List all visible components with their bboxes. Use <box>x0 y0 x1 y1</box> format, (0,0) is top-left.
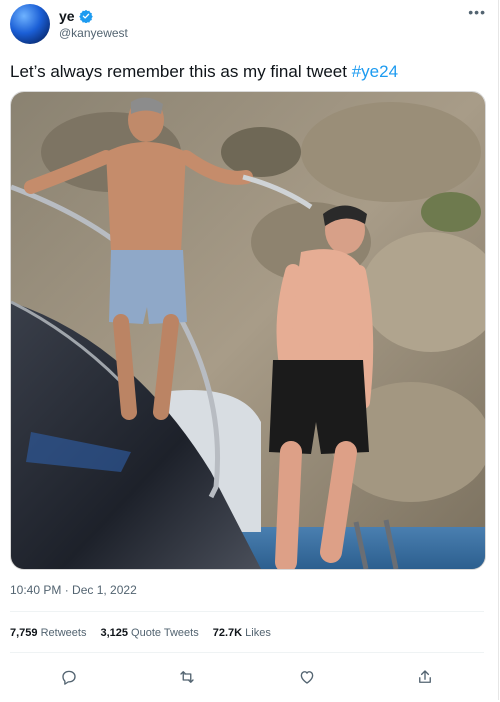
tweet-timestamp[interactable]: 10:40 PM · Dec 1, 2022 <box>10 583 137 597</box>
share-icon <box>419 670 431 683</box>
quotes-label: Quote Tweets <box>131 627 199 639</box>
reply-button[interactable] <box>56 664 82 690</box>
heart-icon <box>300 671 314 684</box>
divider <box>10 611 484 612</box>
retweets-count: 7,759 <box>10 627 38 639</box>
retweet-icon <box>180 671 194 683</box>
verified-badge-icon <box>78 9 93 23</box>
hashtag-link[interactable]: #ye24 <box>352 62 398 81</box>
share-button[interactable] <box>412 664 438 690</box>
retweets-label: Retweets <box>40 627 87 639</box>
likes-count: 72.7K <box>212 627 243 639</box>
tweet-photo[interactable] <box>10 91 486 570</box>
likes-label: Likes <box>245 627 271 639</box>
quotes-stat[interactable]: 3,125 Quote Tweets <box>100 627 198 639</box>
retweet-button[interactable] <box>174 664 200 690</box>
author-handle[interactable]: @kanyewest <box>59 26 128 40</box>
likes-stat[interactable]: 72.7K Likes <box>213 627 271 639</box>
action-bar <box>1 664 498 690</box>
retweets-stat[interactable]: 7,759 Retweets <box>10 627 86 639</box>
more-horizontal-icon[interactable]: ••• <box>468 4 486 20</box>
tweet-card: ye @kanyewest ••• Let’s always remember … <box>1 0 499 700</box>
reply-icon <box>62 670 76 685</box>
tweet-stats: 7,759 Retweets 3,125 Quote Tweets 72.7K … <box>10 627 271 639</box>
divider <box>10 652 484 653</box>
tweet-body: Let’s always remember this as my final t… <box>10 62 347 81</box>
tweet-text: Let’s always remember this as my final t… <box>10 62 398 82</box>
author-name-row: ye <box>59 8 93 24</box>
like-button[interactable] <box>294 664 320 690</box>
quotes-count: 3,125 <box>100 627 128 639</box>
avatar[interactable] <box>10 4 50 44</box>
author-name[interactable]: ye <box>59 8 75 24</box>
